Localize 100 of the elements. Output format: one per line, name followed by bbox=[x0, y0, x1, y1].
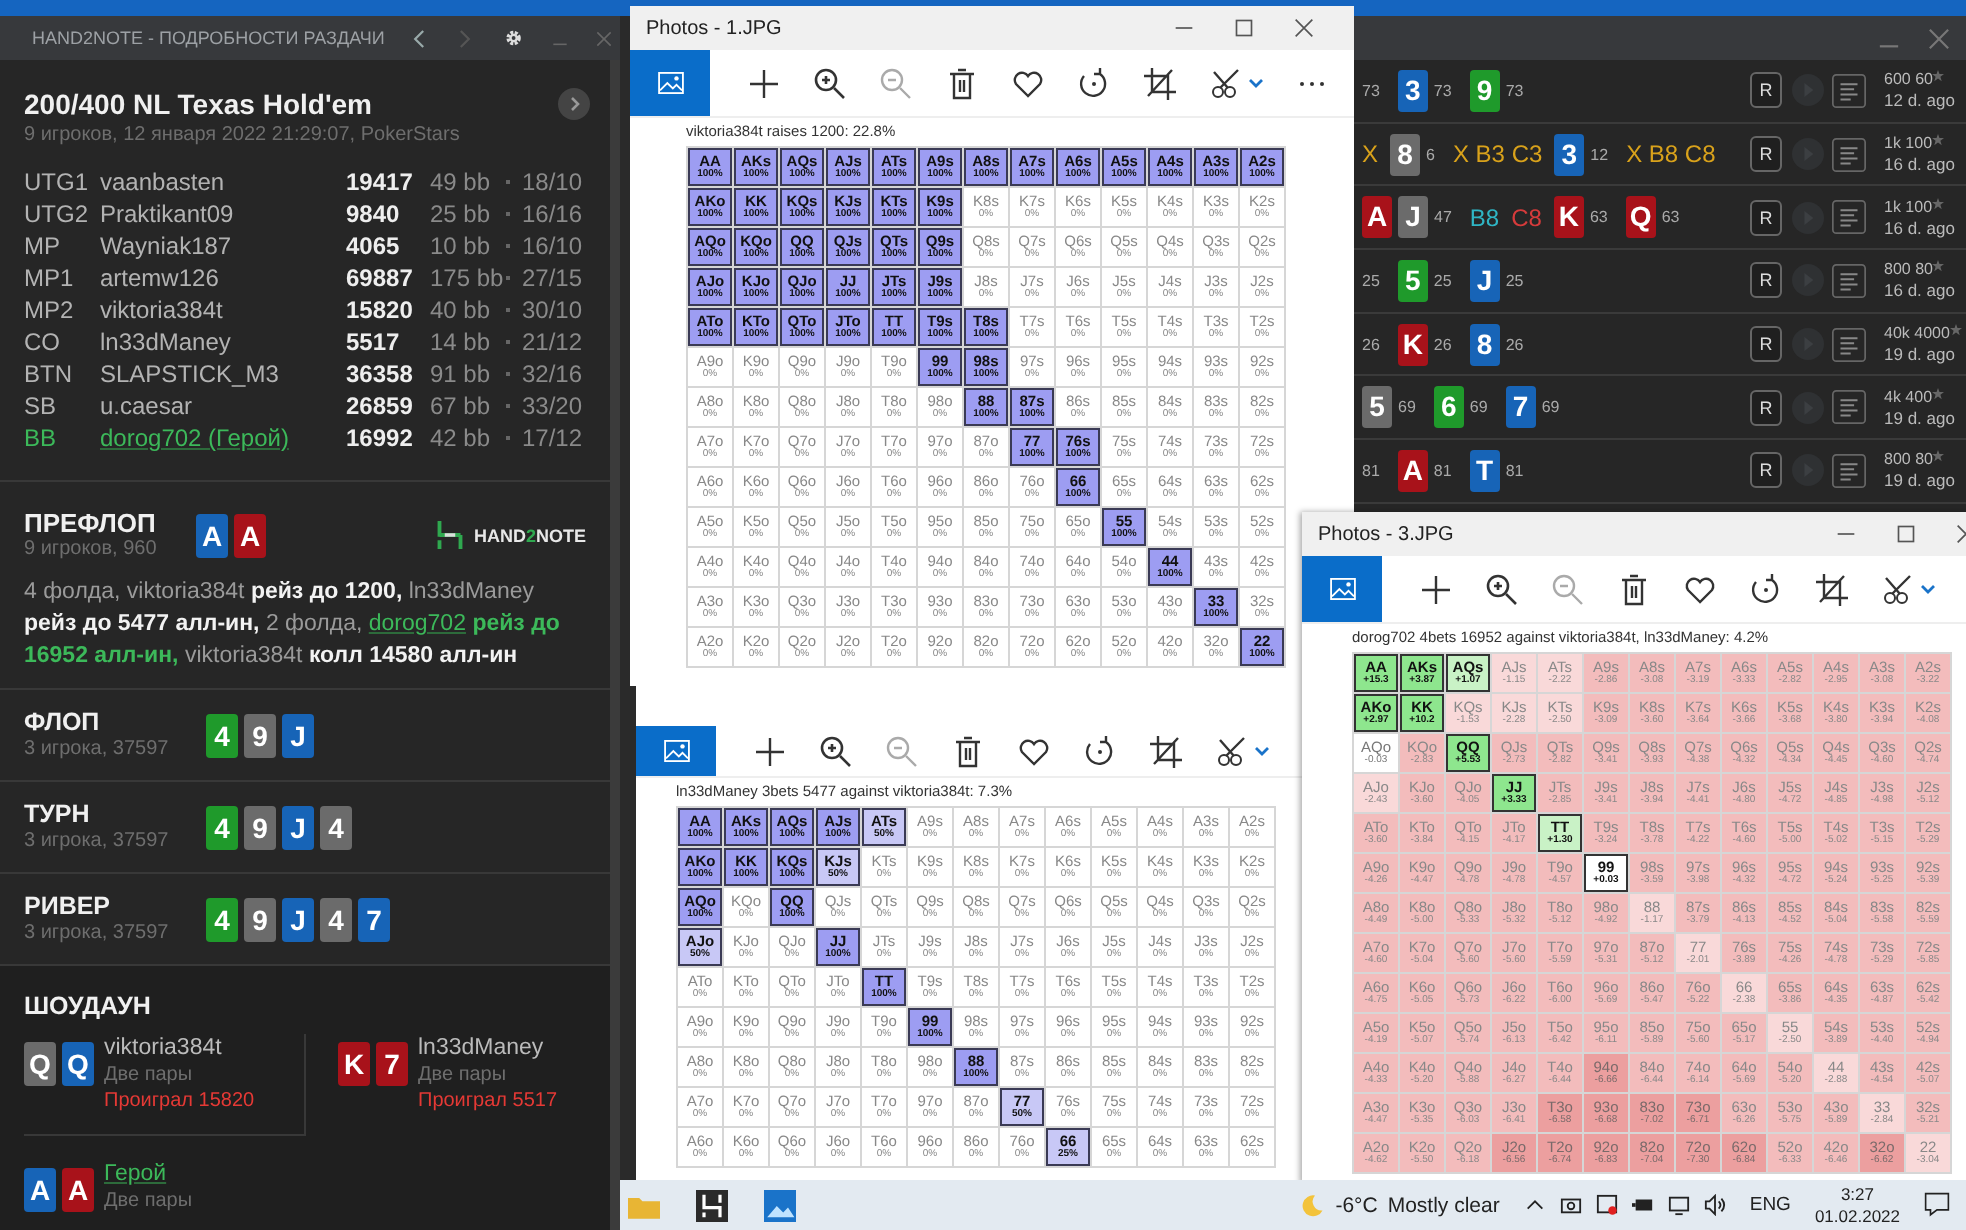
card: J bbox=[1398, 196, 1428, 239]
replay-button[interactable]: R bbox=[1750, 136, 1782, 173]
hand-info: 9 игроков, 12 января 2022 21:29:07, PokerStars bbox=[24, 124, 462, 148]
stack-value: 26859 bbox=[346, 392, 415, 420]
card: K bbox=[1553, 196, 1584, 239]
card: A bbox=[234, 513, 266, 557]
stack-bb: 91 bb bbox=[430, 360, 493, 388]
record-icon[interactable] bbox=[1595, 1194, 1618, 1216]
notes-icon[interactable] bbox=[1832, 263, 1866, 298]
stakes-label: 1k 100 bbox=[1884, 134, 1933, 153]
battery-icon[interactable] bbox=[1631, 1194, 1654, 1216]
temperature-label[interactable]: -6°C bbox=[1335, 1193, 1378, 1217]
replay-button[interactable]: R bbox=[1750, 72, 1782, 109]
stack-bb: 67 bb bbox=[430, 392, 493, 420]
replay-button[interactable]: R bbox=[1750, 389, 1782, 426]
player-name: vaanbasten bbox=[100, 168, 227, 196]
star-icon[interactable] bbox=[1932, 260, 1945, 273]
action-label: X B8 C8 bbox=[1626, 140, 1716, 169]
close-icon[interactable] bbox=[1294, 18, 1314, 38]
view-button[interactable] bbox=[1302, 556, 1382, 622]
action-label: B8 bbox=[1469, 203, 1500, 232]
count-label: 63 bbox=[1661, 208, 1680, 227]
image-icon[interactable] bbox=[663, 740, 689, 762]
language-label[interactable]: ENG bbox=[1749, 1194, 1791, 1216]
card: A bbox=[1397, 449, 1428, 492]
crop-icon[interactable] bbox=[1812, 569, 1852, 609]
player-name[interactable]: Герой bbox=[104, 1160, 193, 1188]
close-icon[interactable] bbox=[1928, 27, 1950, 49]
count-label: 81 bbox=[1505, 461, 1524, 480]
replay-button[interactable]: R bbox=[1750, 452, 1782, 489]
notes-icon[interactable] bbox=[1832, 390, 1866, 425]
window-title: HAND2NOTE - ПОДРОБНОСТИ РАЗДАЧИ bbox=[32, 28, 385, 48]
position-label: SB bbox=[24, 392, 59, 420]
view-button[interactable] bbox=[630, 50, 710, 116]
result-label: Проиграл 15820 bbox=[104, 1088, 255, 1114]
weather-label[interactable]: Mostly clear bbox=[1387, 1193, 1500, 1217]
zoom-in-icon[interactable] bbox=[816, 731, 856, 771]
game-title: 200/400 NL Texas Hold'em bbox=[24, 88, 373, 120]
image-icon[interactable] bbox=[657, 72, 683, 94]
star-icon[interactable] bbox=[1932, 197, 1945, 210]
hand-rank: Две пары bbox=[418, 1062, 509, 1088]
star-icon[interactable] bbox=[1932, 450, 1945, 463]
scissors-icon[interactable] bbox=[1212, 731, 1272, 771]
replay-button[interactable]: R bbox=[1750, 262, 1782, 299]
scissors-icon[interactable] bbox=[1206, 63, 1266, 103]
camera-icon[interactable] bbox=[1559, 1194, 1582, 1216]
crop-icon[interactable] bbox=[1146, 731, 1186, 771]
section-title: ШОУДАУН bbox=[24, 990, 153, 1022]
card: 4 bbox=[320, 897, 352, 941]
player-name[interactable]: dorog702 (Герой) bbox=[100, 424, 346, 452]
notes-icon[interactable] bbox=[1832, 453, 1866, 488]
scrollbar[interactable] bbox=[610, 60, 620, 1230]
star-icon[interactable] bbox=[1932, 387, 1945, 400]
clock-date[interactable]: 01.02.2022 bbox=[1814, 1205, 1900, 1227]
notification-icon[interactable] bbox=[1924, 1192, 1950, 1218]
card: J bbox=[282, 805, 314, 849]
player-stats: 33/20 bbox=[522, 392, 583, 420]
player-link[interactable]: dorog702 bbox=[368, 612, 466, 636]
stakes-label: 40k 4000 bbox=[1884, 324, 1950, 343]
card: Q bbox=[24, 1042, 56, 1086]
chevron-left-icon[interactable] bbox=[412, 27, 429, 49]
stakes-label: 800 80 bbox=[1884, 260, 1933, 279]
position-label: CO bbox=[24, 328, 62, 356]
scissors-icon[interactable] bbox=[1878, 569, 1938, 609]
action-label: X bbox=[1362, 140, 1379, 169]
photos-app-icon[interactable] bbox=[764, 1189, 796, 1221]
star-icon[interactable] bbox=[1949, 324, 1962, 337]
network-icon[interactable] bbox=[1667, 1194, 1690, 1216]
maximize-icon[interactable] bbox=[1896, 524, 1916, 544]
replay-button[interactable]: R bbox=[1750, 326, 1782, 363]
app-icon[interactable] bbox=[696, 1189, 728, 1221]
notes-icon[interactable] bbox=[1832, 327, 1866, 362]
settings-icon[interactable] bbox=[504, 26, 524, 50]
replay-button[interactable]: R bbox=[1750, 199, 1782, 236]
speaker-icon[interactable] bbox=[1703, 1194, 1726, 1216]
stack-value: 15820 bbox=[346, 296, 415, 324]
card: 9 bbox=[244, 713, 276, 757]
notes-icon[interactable] bbox=[1832, 137, 1866, 172]
view-button[interactable] bbox=[636, 726, 716, 776]
star-icon[interactable] bbox=[1932, 70, 1945, 83]
notes-icon[interactable] bbox=[1832, 200, 1866, 235]
player-name: SLAPSTICK_M3 bbox=[100, 360, 281, 388]
star-icon[interactable] bbox=[1932, 134, 1945, 147]
notes-icon[interactable] bbox=[1832, 73, 1866, 108]
stack-bb: 10 bb bbox=[430, 232, 493, 260]
card: 8 bbox=[1469, 323, 1500, 366]
crop-icon[interactable] bbox=[1140, 63, 1180, 103]
clock-time[interactable]: 3:27 bbox=[1840, 1183, 1874, 1205]
player-stats: 18/10 bbox=[522, 168, 583, 196]
window-title: Photos - 1.JPG bbox=[646, 17, 784, 39]
count-label: 12 bbox=[1590, 145, 1609, 164]
player-stats: 16/10 bbox=[522, 232, 583, 260]
zoom-in-icon[interactable] bbox=[810, 63, 850, 103]
zoom-in-icon[interactable] bbox=[1482, 569, 1522, 609]
card: A bbox=[24, 1168, 56, 1212]
card: K bbox=[338, 1042, 370, 1086]
card: Q bbox=[62, 1042, 94, 1086]
stakes-label: 1k 100 bbox=[1884, 197, 1933, 216]
image-icon[interactable] bbox=[1329, 578, 1355, 600]
maximize-icon[interactable] bbox=[1234, 18, 1254, 38]
